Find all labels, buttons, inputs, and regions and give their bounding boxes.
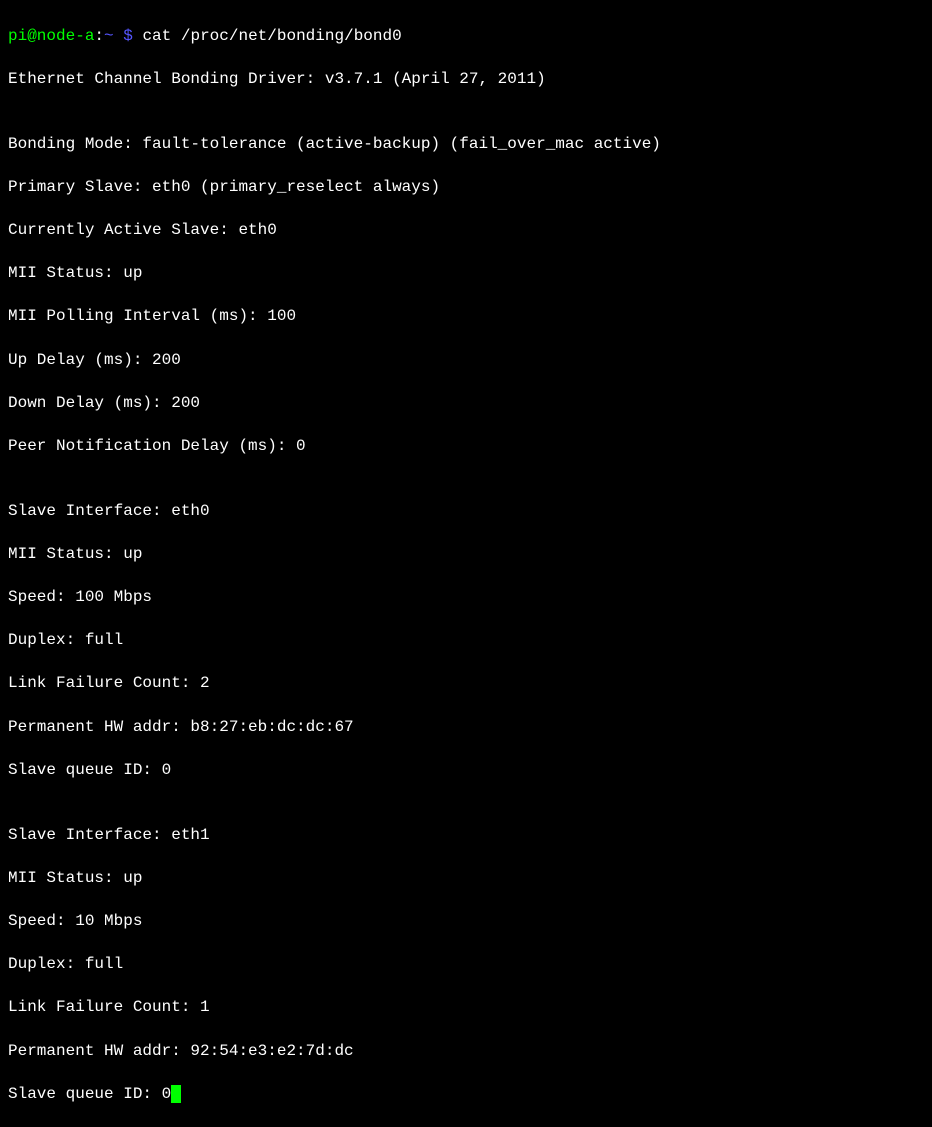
output-slave1-speed: Speed: 100 Mbps xyxy=(8,587,924,609)
prompt-path: ~ $ xyxy=(104,27,133,45)
output-slave2-failures: Link Failure Count: 1 xyxy=(8,997,924,1019)
output-slave2-interface: Slave Interface: eth1 xyxy=(8,825,924,847)
prompt-separator: : xyxy=(94,27,104,45)
command-text: cat /proc/net/bonding/bond0 xyxy=(142,27,401,45)
output-up-delay: Up Delay (ms): 200 xyxy=(8,350,924,372)
output-down-delay: Down Delay (ms): 200 xyxy=(8,393,924,415)
output-slave2-queue: Slave queue ID: 0 xyxy=(8,1085,171,1103)
terminal-cursor xyxy=(171,1085,181,1103)
output-primary-slave: Primary Slave: eth0 (primary_reselect al… xyxy=(8,177,924,199)
output-mii-status: MII Status: up xyxy=(8,263,924,285)
output-slave2-duplex: Duplex: full xyxy=(8,954,924,976)
output-slave2-queue-line: Slave queue ID: 0 xyxy=(8,1084,924,1106)
output-active-slave: Currently Active Slave: eth0 xyxy=(8,220,924,242)
output-bonding-mode: Bonding Mode: fault-tolerance (active-ba… xyxy=(8,134,924,156)
prompt-user-host: pi@node-a xyxy=(8,27,94,45)
output-slave1-interface: Slave Interface: eth0 xyxy=(8,501,924,523)
output-slave2-mii: MII Status: up xyxy=(8,868,924,890)
output-slave1-hwaddr: Permanent HW addr: b8:27:eb:dc:dc:67 xyxy=(8,717,924,739)
output-driver: Ethernet Channel Bonding Driver: v3.7.1 … xyxy=(8,69,924,91)
terminal-window[interactable]: pi@node-a:~ $ cat /proc/net/bonding/bond… xyxy=(8,4,924,1127)
output-mii-polling: MII Polling Interval (ms): 100 xyxy=(8,306,924,328)
output-slave2-speed: Speed: 10 Mbps xyxy=(8,911,924,933)
output-peer-notification: Peer Notification Delay (ms): 0 xyxy=(8,436,924,458)
output-slave1-mii: MII Status: up xyxy=(8,544,924,566)
output-slave2-hwaddr: Permanent HW addr: 92:54:e3:e2:7d:dc xyxy=(8,1041,924,1063)
output-slave1-failures: Link Failure Count: 2 xyxy=(8,673,924,695)
output-slave1-queue: Slave queue ID: 0 xyxy=(8,760,924,782)
output-slave1-duplex: Duplex: full xyxy=(8,630,924,652)
command-line: pi@node-a:~ $ cat /proc/net/bonding/bond… xyxy=(8,26,924,48)
